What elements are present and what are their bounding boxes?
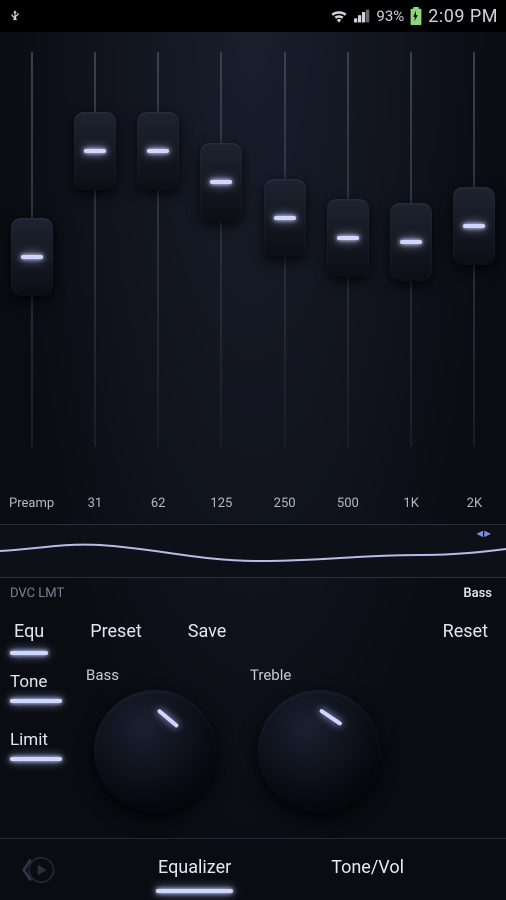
tone-controls: Tone Limit Bass Treble xyxy=(0,662,506,820)
reset-button[interactable]: Reset xyxy=(439,615,492,652)
battery-percent: 93% xyxy=(376,7,404,25)
signal-icon xyxy=(354,9,370,23)
eq-band-250 xyxy=(253,42,316,492)
eq-band-125 xyxy=(190,42,253,492)
scroll-indicator-icon: ◄► xyxy=(474,527,490,540)
dvc-status-row: DVC LMT Bass xyxy=(0,578,506,609)
equalizer-sliders xyxy=(0,32,506,492)
eq-band-label: 62 xyxy=(127,496,190,524)
eq-band-label: 1K xyxy=(380,496,443,524)
eq-slider-thumb-125[interactable] xyxy=(200,143,242,221)
preset-button[interactable]: Preset xyxy=(86,615,146,652)
eq-band-label: 31 xyxy=(63,496,126,524)
bass-knob-label: Bass xyxy=(86,666,119,684)
eq-slider-thumb-preamp[interactable] xyxy=(11,218,53,296)
dvc-mode-label: Bass xyxy=(463,586,492,601)
eq-band-label: 2K xyxy=(443,496,506,524)
treble-knob-label: Treble xyxy=(250,666,291,684)
status-bar: 93% 2:09 PM xyxy=(0,0,506,32)
eq-band-label: 500 xyxy=(316,496,379,524)
eq-slider-thumb-31[interactable] xyxy=(74,112,116,190)
equ-toggle-button[interactable]: Equ xyxy=(10,615,48,652)
eq-band-preamp xyxy=(0,42,63,492)
tab-equalizer[interactable]: Equalizer xyxy=(156,849,233,890)
tone-toggle-button[interactable]: Tone xyxy=(10,672,62,700)
eq-slider-thumb-500[interactable] xyxy=(327,199,369,277)
clock: 2:09 PM xyxy=(428,6,498,27)
eq-slider-thumb-62[interactable] xyxy=(137,112,179,190)
eq-band-label: Preamp xyxy=(0,496,63,524)
eq-band-2k xyxy=(443,42,506,492)
eq-curve[interactable]: ◄► xyxy=(0,524,506,578)
eq-band-62 xyxy=(127,42,190,492)
bottom-tab-bar: Equalizer Tone/Vol xyxy=(0,838,506,900)
eq-band-labels: Preamp31621252505001K2K xyxy=(0,496,506,524)
eq-band-1k xyxy=(380,42,443,492)
eq-slider-thumb-250[interactable] xyxy=(264,179,306,257)
treble-knob[interactable] xyxy=(258,690,380,812)
eq-band-500 xyxy=(316,42,379,492)
limit-toggle-button[interactable]: Limit xyxy=(10,730,62,758)
dvc-limit-label: DVC LMT xyxy=(10,586,64,601)
eq-band-31 xyxy=(63,42,126,492)
eq-band-label: 250 xyxy=(253,496,316,524)
bass-knob[interactable] xyxy=(94,690,216,812)
eq-action-buttons: Equ Preset Save Reset xyxy=(0,609,506,662)
usb-icon xyxy=(8,9,22,23)
eq-slider-thumb-2k[interactable] xyxy=(453,187,495,265)
tab-tonevol[interactable]: Tone/Vol xyxy=(329,849,406,890)
eq-slider-thumb-1k[interactable] xyxy=(390,203,432,281)
wifi-icon xyxy=(330,9,348,23)
battery-charging-icon xyxy=(410,7,422,25)
eq-band-label: 125 xyxy=(190,496,253,524)
save-button[interactable]: Save xyxy=(184,615,231,652)
back-play-button[interactable] xyxy=(8,849,64,891)
